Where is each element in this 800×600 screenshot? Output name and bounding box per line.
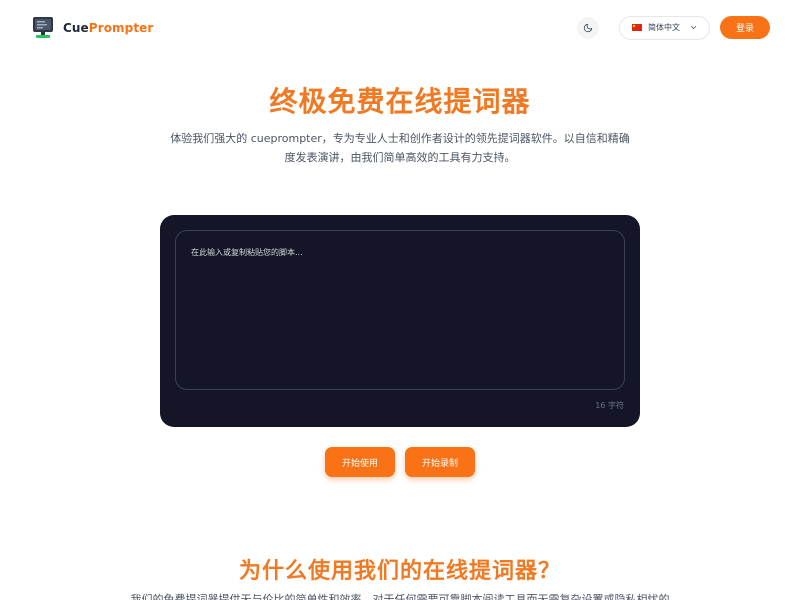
brand-prompter: Prompter [88, 20, 154, 35]
moon-icon [583, 23, 593, 32]
hero-title: 终极免费在线提词器 [269, 85, 531, 118]
start-button[interactable]: 开始使用 [325, 447, 395, 477]
brand-cue: Cue [63, 20, 89, 35]
header-actions: 简体中文 登录 [577, 15, 770, 40]
why-section-title: 为什么使用我们的在线提词器？ [238, 559, 561, 584]
script-editor-card: 16 字符 [160, 215, 640, 427]
login-button[interactable]: 登录 [720, 16, 770, 39]
character-count: 16 字符 [595, 401, 624, 410]
script-input[interactable] [175, 230, 625, 390]
language-select[interactable]: 简体中文 [619, 15, 710, 40]
page: CuePrompter 简体中文 登录 终极免费在线提词器 体验我们强大的 cu… [0, 0, 800, 600]
hero-description-line2: 度发表演讲，由我们简单高效的工具有力支持。 [284, 151, 516, 164]
theme-toggle-button[interactable] [577, 16, 599, 39]
action-buttons: 开始使用 开始录制 [0, 447, 800, 477]
start-recording-button[interactable]: 开始录制 [405, 447, 475, 477]
china-flag-icon [632, 24, 642, 31]
brand-logo[interactable]: CuePrompter [32, 16, 153, 40]
monitor-logo-icon [33, 16, 53, 38]
hero-description-line1: 体验我们强大的 cueprompter，专为专业人士和创作者设计的领先提词器软件… [170, 132, 630, 145]
hero-description: 体验我们强大的 cueprompter，专为专业人士和创作者设计的领先提词器软件… [160, 129, 640, 167]
language-label: 简体中文 [648, 23, 680, 32]
brand-name: CuePrompter [63, 21, 153, 35]
why-section-description: 我们的免费提词器提供无与伦比的简单性和效率，对于任何需要可靠脚本阅读工具而无需复… [130, 593, 670, 600]
site-header: CuePrompter 简体中文 登录 [0, 0, 800, 55]
chevron-down-icon [690, 25, 697, 30]
